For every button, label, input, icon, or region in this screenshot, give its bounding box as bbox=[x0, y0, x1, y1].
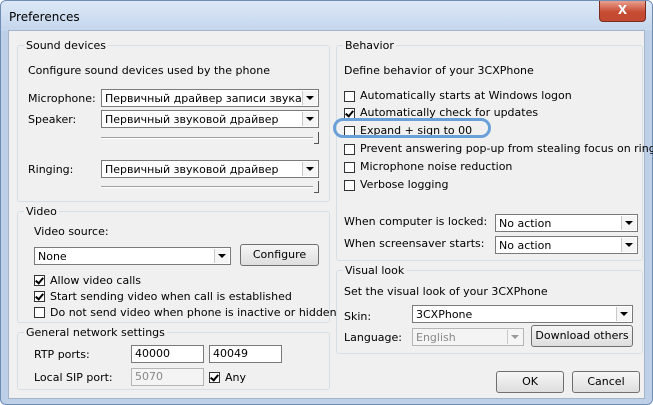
speaker-volume-slider[interactable] bbox=[101, 131, 319, 145]
chevron-down-icon bbox=[214, 249, 229, 263]
local-sip-port-label: Local SIP port: bbox=[34, 371, 113, 384]
any-port-label[interactable]: Any bbox=[225, 371, 246, 384]
close-icon: X bbox=[617, 3, 628, 17]
chevron-down-icon bbox=[616, 307, 631, 321]
speaker-label: Speaker: bbox=[28, 113, 77, 126]
verbose-logging-label[interactable]: Verbose logging bbox=[360, 178, 448, 191]
skin-select[interactable]: 3CXPhone bbox=[412, 305, 633, 323]
local-sip-port-field[interactable]: 5070 bbox=[131, 368, 204, 386]
behavior-legend: Behavior bbox=[345, 39, 394, 52]
close-button[interactable]: X bbox=[599, 1, 646, 22]
rtp-ports-label: RTP ports: bbox=[34, 348, 90, 361]
slider-track bbox=[101, 186, 313, 188]
computer-locked-select[interactable]: No action bbox=[495, 214, 638, 232]
noise-reduction-checkbox[interactable] bbox=[344, 162, 355, 173]
ok-button[interactable]: OK bbox=[496, 371, 564, 393]
network-legend: General network settings bbox=[26, 326, 165, 339]
window-title: Preferences bbox=[9, 10, 80, 24]
start-sending-video-checkbox[interactable] bbox=[34, 291, 45, 302]
video-source-label: Video source: bbox=[34, 225, 109, 238]
chevron-down-icon bbox=[621, 216, 636, 230]
language-select[interactable]: English bbox=[412, 328, 524, 346]
sound-devices-legend: Sound devices bbox=[26, 39, 106, 52]
video-legend: Video bbox=[26, 205, 57, 218]
chevron-down-icon bbox=[302, 162, 317, 176]
title-bar[interactable]: Preferences X bbox=[1, 1, 652, 31]
ringing-label: Ringing: bbox=[28, 163, 74, 176]
speaker-select[interactable]: Первичный звуковой драйвер bbox=[101, 110, 319, 128]
video-source-select[interactable]: None bbox=[34, 247, 231, 265]
sound-description: Configure sound devices used by the phon… bbox=[28, 64, 270, 77]
computer-locked-label: When computer is locked: bbox=[344, 215, 488, 228]
auto-start-label[interactable]: Automatically starts at Windows logon bbox=[360, 89, 572, 102]
prevent-focus-steal-label[interactable]: Prevent answering pop-up from stealing f… bbox=[360, 142, 653, 155]
screensaver-select[interactable]: No action bbox=[495, 236, 638, 254]
noise-reduction-label[interactable]: Microphone noise reduction bbox=[360, 160, 512, 173]
do-not-send-video-label[interactable]: Do not send video when phone is inactive… bbox=[50, 306, 337, 319]
start-sending-video-label[interactable]: Start sending video when call is establi… bbox=[50, 290, 292, 303]
slider-thumb[interactable] bbox=[314, 181, 319, 193]
allow-video-calls-label[interactable]: Allow video calls bbox=[50, 274, 141, 287]
slider-thumb[interactable] bbox=[314, 132, 319, 144]
slider-track bbox=[101, 137, 313, 139]
visual-description: Set the visual look of your 3CXPhone bbox=[344, 285, 548, 298]
verbose-logging-checkbox[interactable] bbox=[344, 180, 355, 191]
skin-label: Skin: bbox=[344, 310, 372, 323]
behavior-description: Define behavior of your 3CXPhone bbox=[344, 64, 534, 77]
cancel-button[interactable]: Cancel bbox=[572, 371, 640, 393]
expand-plus-highlight-outline bbox=[333, 118, 491, 138]
ringing-volume-slider[interactable] bbox=[101, 180, 319, 194]
rtp-port-from-field[interactable]: 40000 bbox=[131, 345, 204, 363]
chevron-down-icon bbox=[507, 330, 522, 344]
chevron-down-icon bbox=[621, 238, 636, 252]
ringing-select[interactable]: Первичный звуковой драйвер bbox=[101, 160, 319, 178]
microphone-select[interactable]: Первичный драйвер записи звука bbox=[101, 89, 319, 107]
allow-video-calls-checkbox[interactable] bbox=[34, 275, 45, 286]
download-others-button[interactable]: Download others bbox=[531, 325, 633, 347]
auto-start-checkbox[interactable] bbox=[344, 91, 355, 102]
chevron-down-icon bbox=[302, 112, 317, 126]
screensaver-label: When screensaver starts: bbox=[344, 237, 485, 250]
chevron-down-icon bbox=[302, 91, 317, 105]
visual-look-legend: Visual look bbox=[345, 264, 405, 277]
language-label: Language: bbox=[344, 331, 402, 344]
configure-button[interactable]: Configure bbox=[240, 244, 319, 266]
rtp-port-to-field[interactable]: 40049 bbox=[209, 345, 282, 363]
do-not-send-video-checkbox[interactable] bbox=[34, 307, 45, 318]
microphone-label: Microphone: bbox=[28, 92, 96, 105]
prevent-focus-steal-checkbox[interactable] bbox=[344, 144, 355, 155]
any-port-checkbox[interactable] bbox=[209, 372, 220, 383]
